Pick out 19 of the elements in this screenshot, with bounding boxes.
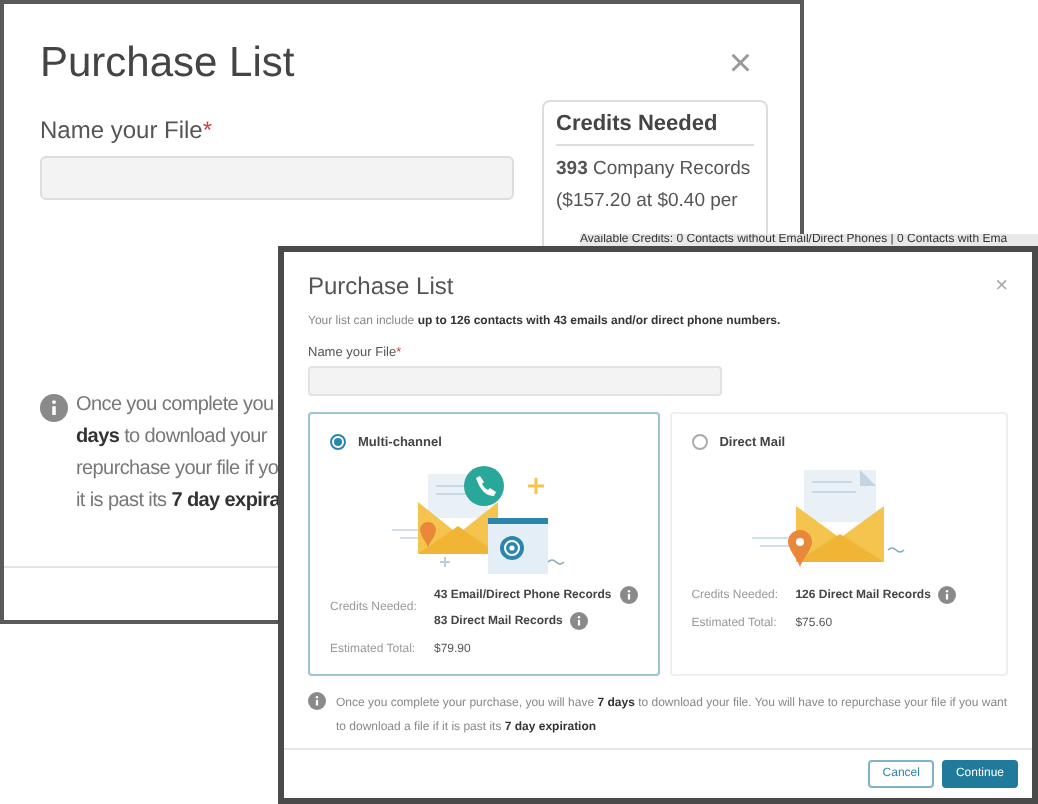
field-label: Name your File*: [40, 116, 215, 144]
card-title: Credits Needed: [556, 112, 754, 146]
info-icon: [308, 692, 326, 710]
notice-text: Once you complete you: [76, 392, 276, 420]
info-icon: [570, 612, 589, 630]
close-button[interactable]: ×: [728, 41, 752, 87]
price-text: ($157.20 at $0.40 per: [556, 188, 740, 216]
dialog-title: Purchase List: [308, 272, 454, 300]
info-icon: [619, 586, 638, 604]
record-count: 393 Company Records: [556, 156, 753, 184]
radio-button[interactable]: [330, 434, 346, 450]
file-name-field[interactable]: [308, 366, 722, 396]
notice-text: repurchase your file if yo: [76, 456, 280, 484]
file-name-field[interactable]: [40, 156, 514, 200]
info-icon: [40, 394, 68, 422]
dialog-title: Purchase List: [40, 40, 295, 88]
radio-button[interactable]: [691, 434, 708, 450]
notice-text: days to download your: [76, 424, 269, 452]
info-icon: [938, 586, 957, 604]
